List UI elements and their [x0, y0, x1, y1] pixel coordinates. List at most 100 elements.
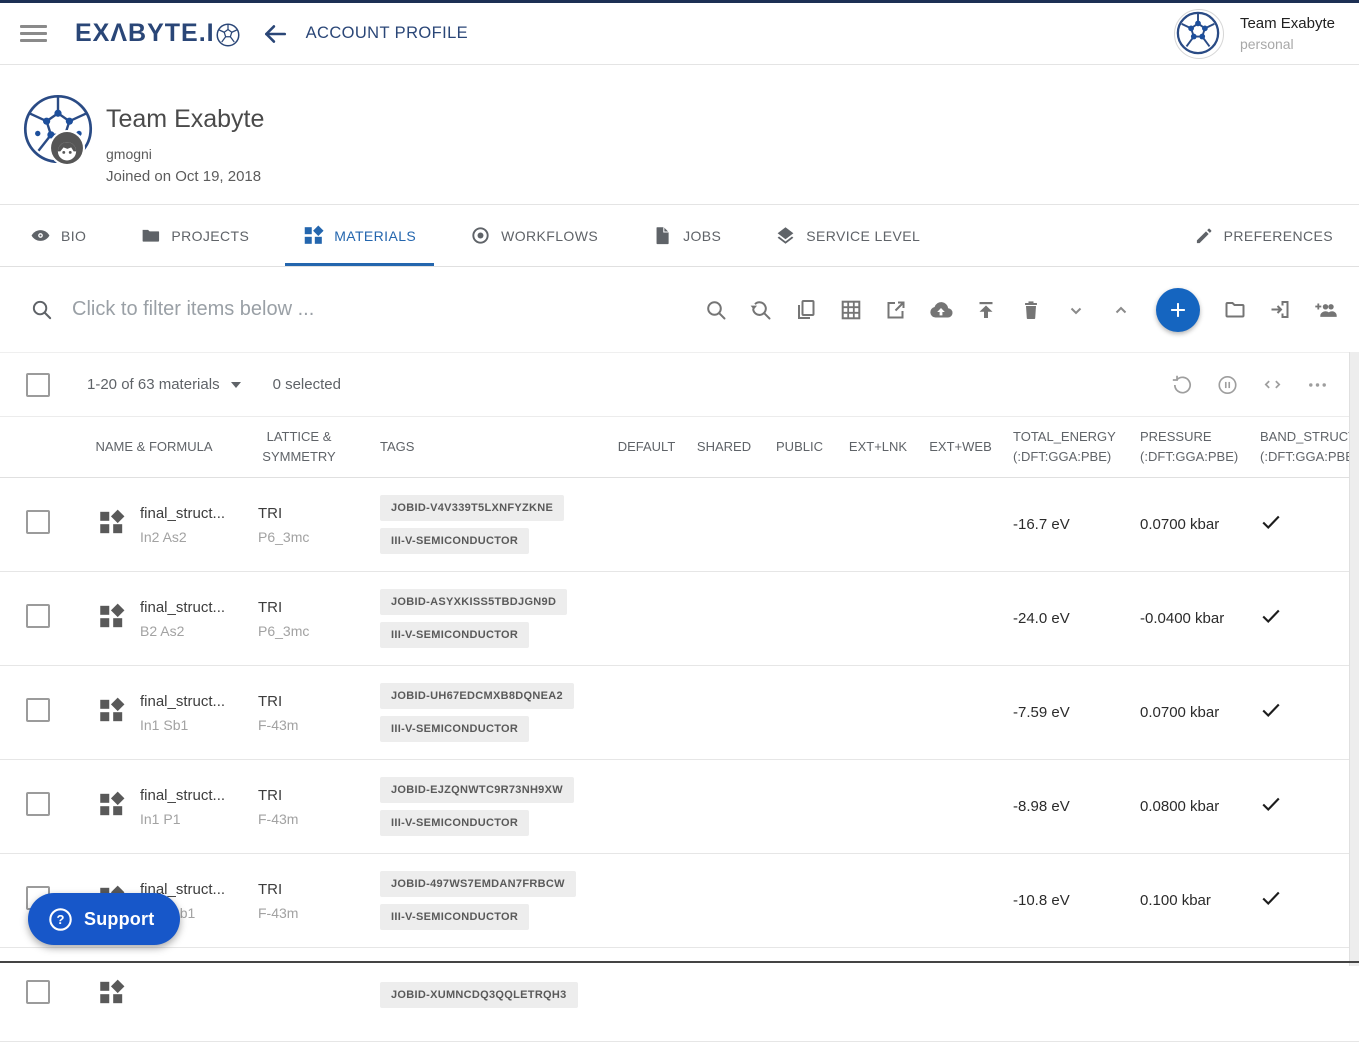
exit-to-app-icon: [1271, 301, 1289, 318]
material-name[interactable]: final_struct...: [140, 787, 238, 804]
lattice-type: TRI: [258, 504, 283, 522]
table-row[interactable]: final_struct... In1 P1 TRI F-43m JOBID-E…: [0, 760, 1359, 854]
category-tag-chip[interactable]: III-V-SEMICONDUCTOR: [380, 904, 530, 930]
jobid-tag-chip[interactable]: JOBID-ASYXKISS5TBDJGN9D: [380, 589, 568, 615]
band-structure-check-icon: [1262, 703, 1280, 718]
row-checkbox[interactable]: [26, 604, 50, 628]
search-history-icon: [750, 300, 771, 319]
row-checkbox[interactable]: [26, 510, 50, 534]
open-in-new-button[interactable]: [884, 298, 908, 322]
column-ext-web: EXT+WEB: [929, 438, 992, 454]
open-in-new-icon: [887, 301, 905, 318]
jobid-tag-chip[interactable]: JOBID-497WS7EMDAN7FRBCW: [380, 871, 576, 897]
support-button[interactable]: ? Support: [28, 893, 181, 945]
saved-search-button[interactable]: [749, 298, 773, 322]
share-with-team-button[interactable]: [1313, 298, 1337, 322]
column-band-structure: BAND_STRUCTU (:DFT:GGA:PBE): [1260, 428, 1359, 464]
column-ext-lnk: EXT+LNK: [848, 438, 908, 454]
band-structure-check-icon: [1262, 609, 1280, 624]
symmetry-group: F-43m: [258, 904, 299, 921]
tab-workflows[interactable]: WORKFLOWS: [452, 205, 616, 266]
select-all-checkbox[interactable]: [26, 372, 50, 397]
row-checkbox[interactable]: [26, 792, 50, 816]
table-row[interactable]: final_struct... Ga1 Sb1 TRI F-43m JOBID-…: [0, 854, 1359, 948]
material-icon: [100, 697, 125, 721]
category-tag-chip[interactable]: III-V-SEMICONDUCTOR: [380, 622, 530, 648]
tab-materials[interactable]: MATERIALS: [285, 205, 435, 266]
table-view-button[interactable]: [839, 298, 863, 322]
group-add-icon: [1315, 303, 1337, 317]
upload-button[interactable]: [974, 298, 998, 322]
collapse-up-button[interactable]: [1109, 298, 1133, 322]
material-name[interactable]: final_struct...: [140, 693, 238, 710]
tab-label: WORKFLOWS: [501, 227, 599, 244]
jobid-tag-chip[interactable]: JOBID-EJZQNWTC9R73NH9XW: [380, 777, 574, 803]
category-tag-chip[interactable]: III-V-SEMICONDUCTOR: [380, 528, 530, 554]
pagination-dropdown[interactable]: 1-20 of 63 materials: [87, 376, 241, 393]
pause-button[interactable]: [1216, 373, 1239, 396]
help-circle-icon: ?: [49, 907, 72, 931]
exabyte-logo[interactable]: EXΛBYTE.I: [75, 19, 240, 48]
material-name[interactable]: final_struct...: [140, 599, 238, 616]
trash-icon: [1025, 300, 1037, 319]
profile-username: gmogni: [106, 146, 152, 162]
top-app-bar: EXΛBYTE.I ACCOUNT PROFILE Team Exabyte p…: [0, 3, 1359, 65]
table-row[interactable]: final_struct... In1 Sb1 TRI F-43m JOBID-…: [0, 666, 1359, 760]
history-icon: [1172, 375, 1192, 393]
lattice-type: TRI: [258, 692, 283, 710]
total-energy-value: -8.98 eV: [1013, 798, 1070, 815]
band-structure-check-icon: [1262, 797, 1280, 812]
refresh-button[interactable]: [1171, 373, 1194, 396]
search-button[interactable]: [704, 298, 728, 322]
folder-icon: [1225, 302, 1245, 318]
tab-bio[interactable]: BIO: [12, 205, 104, 266]
jobid-tag-chip[interactable]: JOBID-V4V339T5LXNFYZKNE: [380, 495, 565, 521]
vertical-scrollbar[interactable]: [1349, 352, 1359, 966]
total-energy-value: -7.59 eV: [1013, 704, 1070, 721]
filter-bar: [0, 267, 1359, 353]
import-button[interactable]: [1268, 298, 1292, 322]
material-formula: B2 As2: [140, 622, 185, 639]
cloud-upload-button[interactable]: [929, 298, 953, 322]
tab-label: BIO: [61, 227, 87, 244]
search-icon: [32, 300, 52, 320]
tab-label: SERVICE LEVEL: [806, 227, 921, 244]
jobid-tag-chip[interactable]: JOBID-UH67EDCMXB8DQNEA2: [380, 683, 574, 709]
column-tags: TAGS: [380, 438, 415, 454]
collapse-down-button[interactable]: [1064, 298, 1088, 322]
hamburger-menu-icon[interactable]: [20, 21, 47, 46]
total-energy-value: -10.8 eV: [1013, 892, 1070, 909]
pagination-label: 1-20 of 63 materials: [87, 376, 220, 393]
category-tag-chip[interactable]: III-V-SEMICONDUCTOR: [380, 810, 530, 836]
table-row[interactable]: final_struct... In2 As2 TRI P6_3mc JOBID…: [0, 478, 1359, 572]
back-arrow-icon[interactable]: [262, 21, 288, 47]
jobid-tag-chip[interactable]: JOBID-XUMNCDQ3QQLETRQH3: [380, 981, 578, 1008]
target-icon: [472, 227, 489, 244]
tab-projects[interactable]: PROJECTS: [122, 205, 267, 266]
copy-button[interactable]: [794, 298, 818, 322]
material-icon: [100, 791, 125, 815]
chevron-down-icon: [1070, 307, 1082, 314]
more-horizontal-icon: [1309, 382, 1326, 387]
material-formula: In1 P1: [140, 810, 181, 827]
row-checkbox[interactable]: [26, 698, 50, 722]
filter-input[interactable]: [70, 297, 554, 322]
copy-icon: [798, 299, 815, 319]
code-view-button[interactable]: [1261, 373, 1284, 396]
move-to-folder-button[interactable]: [1223, 298, 1247, 322]
preferences-button[interactable]: PREFERENCES: [1176, 205, 1351, 266]
svg-text:?: ?: [57, 911, 65, 926]
table-row[interactable]: final_struct... B2 As2 TRI P6_3mc JOBID-…: [0, 572, 1359, 666]
add-material-button[interactable]: [1156, 287, 1200, 332]
column-name-formula: NAME & FORMULA: [95, 438, 213, 454]
more-options-button[interactable]: [1306, 373, 1329, 396]
row-checkbox[interactable]: [26, 980, 50, 1004]
pressure-value: 0.0700 kbar: [1140, 516, 1220, 533]
material-name[interactable]: final_struct...: [140, 505, 238, 522]
delete-button[interactable]: [1019, 298, 1043, 322]
account-avatar[interactable]: [1173, 8, 1224, 59]
tab-service-level[interactable]: SERVICE LEVEL: [757, 205, 938, 266]
tab-jobs[interactable]: JOBS: [634, 205, 739, 266]
material-formula: In1 Sb1: [140, 716, 189, 733]
category-tag-chip[interactable]: III-V-SEMICONDUCTOR: [380, 716, 530, 742]
